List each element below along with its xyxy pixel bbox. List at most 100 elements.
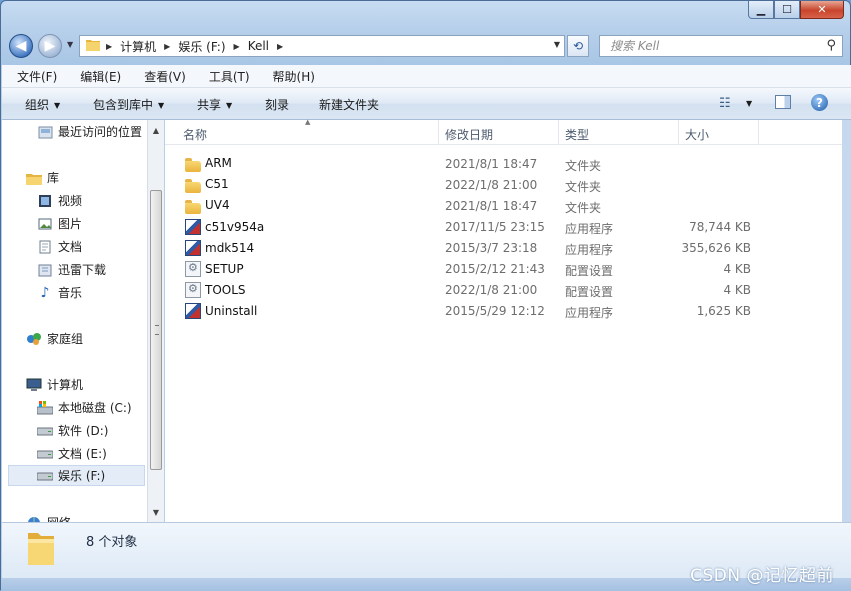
- column-header-size[interactable]: 大小: [685, 126, 709, 143]
- file-row[interactable]: TOOLS 2022/1/8 21:00 配置设置 4 KB: [165, 279, 842, 300]
- search-input[interactable]: [608, 38, 812, 54]
- file-name: Uninstall: [205, 304, 258, 318]
- file-row[interactable]: Uninstall 2015/5/29 12:12 应用程序 1,625 KB: [165, 300, 842, 321]
- drive-icon: [37, 423, 53, 439]
- folder-icon: [185, 157, 201, 172]
- address-bar[interactable]: ▶ 计算机 ▶ 娱乐 (F:) ▶ Kell ▶ ▼: [79, 35, 565, 57]
- breadcrumb-separator-icon[interactable]: ▶: [277, 42, 283, 51]
- file-name: UV4: [205, 198, 230, 212]
- column-header-date[interactable]: 修改日期: [445, 126, 493, 143]
- file-row[interactable]: mdk514 2015/3/7 23:18 应用程序 355,626 KB: [165, 237, 842, 258]
- file-type: 配置设置: [565, 285, 614, 299]
- file-name: mdk514: [205, 241, 255, 255]
- drive-icon: [37, 468, 53, 484]
- include-in-library-button[interactable]: 包含到库中 ▼: [93, 96, 164, 113]
- view-options-dropdown-icon[interactable]: ▼: [746, 99, 752, 108]
- nav-drive-e-label: 文档 (E:): [58, 447, 107, 461]
- nav-drive-c-label: 本地磁盘 (C:): [58, 401, 132, 415]
- config-settings-icon: [185, 282, 201, 298]
- forward-button[interactable]: ▶: [38, 34, 62, 58]
- window-caption-buttons: ▁ ☐ ✕: [748, 1, 844, 19]
- music-note-icon: ♪: [40, 284, 50, 301]
- nav-drive-f[interactable]: 娱乐 (F:): [8, 465, 145, 486]
- breadcrumb-separator-icon[interactable]: ▶: [106, 42, 112, 51]
- library-icon: [26, 170, 42, 186]
- file-row[interactable]: UV4 2021/8/1 18:47 文件夹: [165, 195, 842, 216]
- menu-tools[interactable]: 工具(T): [194, 68, 258, 85]
- navigation-scrollbar[interactable]: ▲ ▼: [147, 120, 164, 522]
- minimize-icon: ▁: [756, 3, 766, 16]
- nav-thunder-downloads[interactable]: 迅雷下载: [37, 261, 106, 278]
- nav-drive-d-label: 软件 (D:): [58, 424, 109, 438]
- folder-icon: [86, 38, 100, 54]
- breadcrumb-separator-icon[interactable]: ▶: [164, 42, 170, 51]
- application-icon: [185, 219, 201, 235]
- file-type: 应用程序: [565, 306, 614, 320]
- file-name: ARM: [205, 156, 232, 170]
- scrollbar-thumb[interactable]: [150, 190, 162, 470]
- file-name: C51: [205, 177, 229, 191]
- file-type: 应用程序: [565, 222, 614, 236]
- nav-drive-e[interactable]: 文档 (E:): [37, 445, 107, 462]
- command-bar: 组织 ▼ 包含到库中 ▼ 共享 ▼ 刻录 新建文件夹 ☷ ▼ ?: [2, 88, 851, 120]
- share-button[interactable]: 共享 ▼: [197, 96, 232, 113]
- file-row[interactable]: ARM 2021/8/1 18:47 文件夹: [165, 153, 842, 174]
- nav-documents[interactable]: 文档: [37, 238, 82, 255]
- nav-computer-label: 计算机: [47, 378, 84, 392]
- nav-pictures[interactable]: 图片: [37, 215, 82, 232]
- change-view-icon[interactable]: ☷: [719, 96, 731, 111]
- back-button[interactable]: ◀: [9, 34, 33, 58]
- breadcrumb-computer[interactable]: 计算机: [120, 38, 156, 55]
- minimize-button[interactable]: ▁: [748, 1, 774, 19]
- menu-view[interactable]: 查看(V): [129, 68, 194, 85]
- nav-network[interactable]: 网络: [26, 514, 71, 522]
- column-header-name[interactable]: 名称: [183, 126, 207, 143]
- breadcrumb-separator-icon[interactable]: ▶: [234, 42, 240, 51]
- nav-videos[interactable]: 视频: [37, 192, 82, 209]
- breadcrumb-drive-f[interactable]: 娱乐 (F:): [178, 38, 225, 55]
- file-type: 文件夹: [565, 180, 602, 194]
- new-folder-label: 新建文件夹: [319, 98, 380, 112]
- breadcrumb-kell[interactable]: Kell: [248, 39, 269, 53]
- scroll-up-icon[interactable]: ▲: [148, 122, 164, 138]
- include-in-library-label: 包含到库中: [93, 98, 154, 112]
- menu-file[interactable]: 文件(F): [2, 68, 65, 85]
- file-date: 2015/2/12 21:43: [445, 262, 545, 276]
- file-row[interactable]: c51v954a 2017/11/5 23:15 应用程序 78,744 KB: [165, 216, 842, 237]
- nav-homegroup-label: 家庭组: [47, 332, 84, 346]
- nav-network-label: 网络: [47, 514, 71, 522]
- recent-pages-dropdown-icon[interactable]: ▼: [67, 40, 73, 49]
- file-name: TOOLS: [205, 283, 246, 297]
- address-history-dropdown-icon[interactable]: ▼: [554, 40, 560, 49]
- organize-button[interactable]: 组织 ▼: [25, 96, 60, 113]
- nav-libraries[interactable]: 库: [26, 169, 59, 186]
- nav-videos-label: 视频: [58, 194, 83, 208]
- close-button[interactable]: ✕: [800, 1, 844, 19]
- file-date: 2015/5/29 12:12: [445, 304, 545, 318]
- nav-recent-places[interactable]: 最近访问的位置: [37, 123, 142, 140]
- nav-drive-d[interactable]: 软件 (D:): [37, 422, 108, 439]
- menu-edit[interactable]: 编辑(E): [65, 68, 129, 85]
- refresh-button[interactable]: ⟲: [567, 35, 589, 57]
- config-settings-icon: [185, 261, 201, 277]
- nav-homegroup[interactable]: 家庭组: [26, 330, 83, 347]
- new-folder-button[interactable]: 新建文件夹: [319, 96, 379, 113]
- help-icon[interactable]: ?: [811, 94, 828, 111]
- nav-computer[interactable]: 计算机: [26, 376, 83, 393]
- search-icon[interactable]: ⚲: [826, 38, 836, 53]
- application-icon: [185, 240, 201, 256]
- scroll-down-icon[interactable]: ▼: [148, 504, 164, 520]
- menu-help[interactable]: 帮助(H): [258, 68, 323, 85]
- maximize-button[interactable]: ☐: [774, 1, 800, 19]
- file-row[interactable]: C51 2022/1/8 21:00 文件夹: [165, 174, 842, 195]
- file-row[interactable]: SETUP 2015/2/12 21:43 配置设置 4 KB: [165, 258, 842, 279]
- search-box[interactable]: ⚲: [599, 35, 843, 57]
- preview-pane-toggle-icon[interactable]: [775, 95, 791, 109]
- file-date: 2021/8/1 18:47: [445, 199, 538, 213]
- file-date: 2021/8/1 18:47: [445, 157, 538, 171]
- nav-drive-c[interactable]: 本地磁盘 (C:): [37, 399, 132, 416]
- file-list: ▲ 名称 修改日期 类型 大小 ARM 2021/8/1 18:47 文件夹 C…: [165, 118, 842, 522]
- nav-music[interactable]: ♪ 音乐: [37, 284, 82, 301]
- column-header-type[interactable]: 类型: [565, 126, 589, 143]
- burn-button[interactable]: 刻录: [265, 96, 289, 113]
